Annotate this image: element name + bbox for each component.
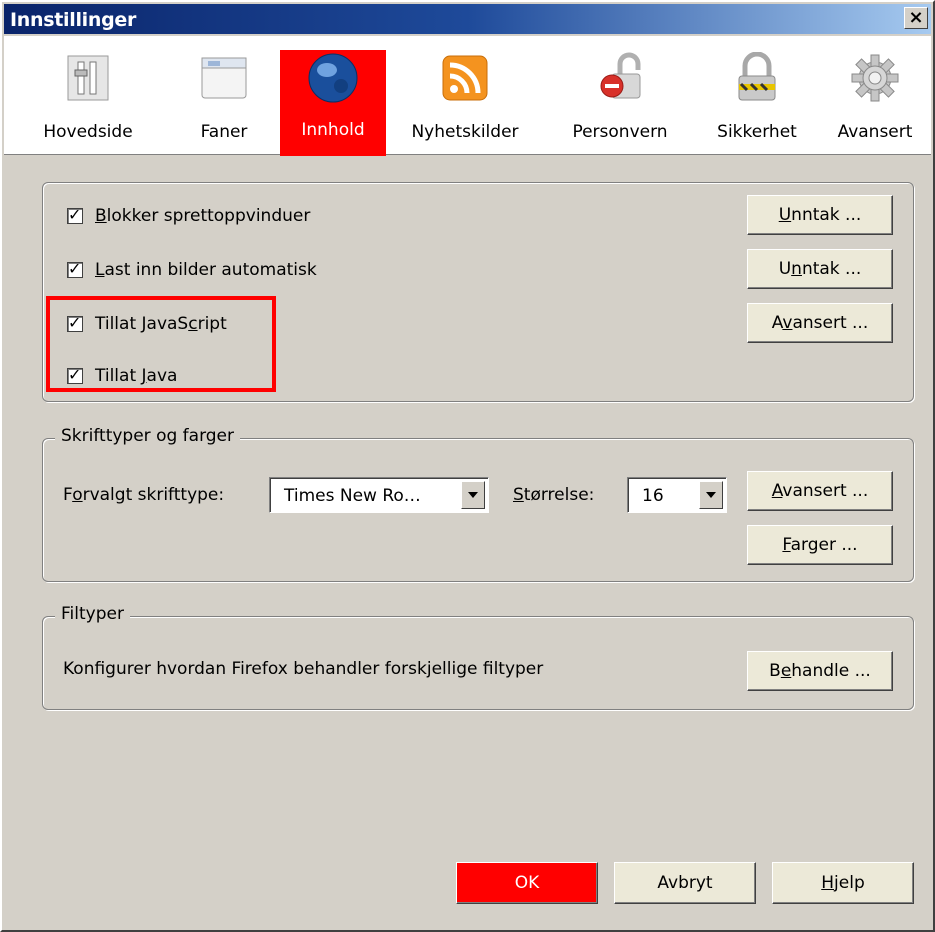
dropdown-arrow-icon[interactable]: [699, 481, 723, 509]
window-title: Innstillinger: [10, 9, 137, 31]
fonts-legend: Skrifttyper og farger: [55, 426, 240, 446]
tabs-window-icon: [201, 57, 247, 99]
font-size-select[interactable]: 16: [627, 477, 727, 513]
tab-nyhetskilder[interactable]: Nyhetskilder: [400, 52, 530, 152]
cancel-button[interactable]: Avbryt: [614, 862, 756, 904]
fonts-group: Skrifttyper og farger Forvalgt skrifttyp…: [42, 426, 914, 582]
default-font-label: Forvalgt skrifttype:: [63, 485, 225, 505]
image-exceptions-button[interactable]: Unntak ...: [747, 249, 893, 289]
main-switch-icon: [67, 55, 109, 101]
options-dialog: Innstillinger × Hovedside Faner Innhold …: [0, 0, 935, 932]
checkbox-box: ✓: [67, 259, 83, 278]
tab-sikkerhet[interactable]: Sikkerhet: [700, 52, 814, 152]
default-font-select[interactable]: Times New Ro…: [269, 477, 489, 513]
tab-hovedside-label: Hovedside: [43, 122, 133, 142]
rss-feed-icon: [442, 55, 488, 101]
filetypes-legend: Filtyper: [55, 604, 130, 624]
gear-icon: [851, 54, 899, 102]
tab-faner[interactable]: Faner: [184, 52, 264, 152]
padlock-icon: [738, 52, 776, 101]
close-icon: ×: [908, 7, 924, 28]
tab-personvern-label: Personvern: [572, 122, 668, 142]
privacy-lock-icon: [600, 52, 641, 99]
load-images-checkbox[interactable]: ✓ Last inn bilder automatisk: [67, 257, 317, 283]
tab-personvern[interactable]: Personvern: [558, 52, 682, 152]
block-popups-checkbox[interactable]: ✓ Blokker sprettoppvinduer: [67, 203, 310, 229]
check-icon: ✓: [68, 205, 82, 224]
checkbox-label: Last inn bilder automatisk: [95, 260, 317, 280]
globe-icon: [308, 53, 358, 103]
javascript-advanced-button[interactable]: Avansert ...: [747, 303, 893, 343]
dropdown-arrow-icon[interactable]: [461, 481, 485, 509]
checkbox-label: Blokker sprettoppvinduer: [95, 206, 311, 226]
tab-hovedside[interactable]: Hovedside: [40, 52, 136, 152]
manage-filetypes-button[interactable]: Behandle ...: [747, 651, 893, 691]
filetypes-group: Filtyper Konfigurer hvordan Firefox beha…: [42, 604, 914, 710]
default-font-value: Times New Ro…: [284, 486, 421, 506]
highlight-frame: [46, 296, 276, 392]
tab-avansert-label: Avansert: [837, 122, 913, 142]
tab-innhold[interactable]: Innhold: [280, 50, 386, 156]
colors-button[interactable]: Farger ...: [747, 525, 893, 565]
title-bar: Innstillinger ×: [4, 4, 931, 34]
check-icon: ✓: [68, 259, 82, 278]
category-toolbar: Hovedside Faner Innhold Nyhetskilder Per…: [4, 36, 931, 156]
tab-faner-label: Faner: [200, 122, 248, 142]
fonts-advanced-button[interactable]: Avansert ...: [747, 471, 893, 511]
checkbox-box: ✓: [67, 205, 83, 224]
filetypes-description: Konfigurer hvordan Firefox behandler for…: [63, 659, 544, 679]
size-label: Størrelse:: [513, 485, 595, 505]
tab-nyhetskilder-label: Nyhetskilder: [411, 122, 519, 142]
popup-exceptions-button[interactable]: Unntak ...: [747, 195, 893, 235]
tab-innhold-label: Innhold: [301, 120, 365, 140]
font-size-value: 16: [642, 486, 664, 506]
tab-sikkerhet-label: Sikkerhet: [717, 122, 797, 142]
tab-avansert[interactable]: Avansert: [820, 52, 930, 152]
ok-button[interactable]: OK: [456, 862, 598, 904]
help-button[interactable]: Hjelp: [772, 862, 914, 904]
close-button[interactable]: ×: [904, 7, 928, 29]
